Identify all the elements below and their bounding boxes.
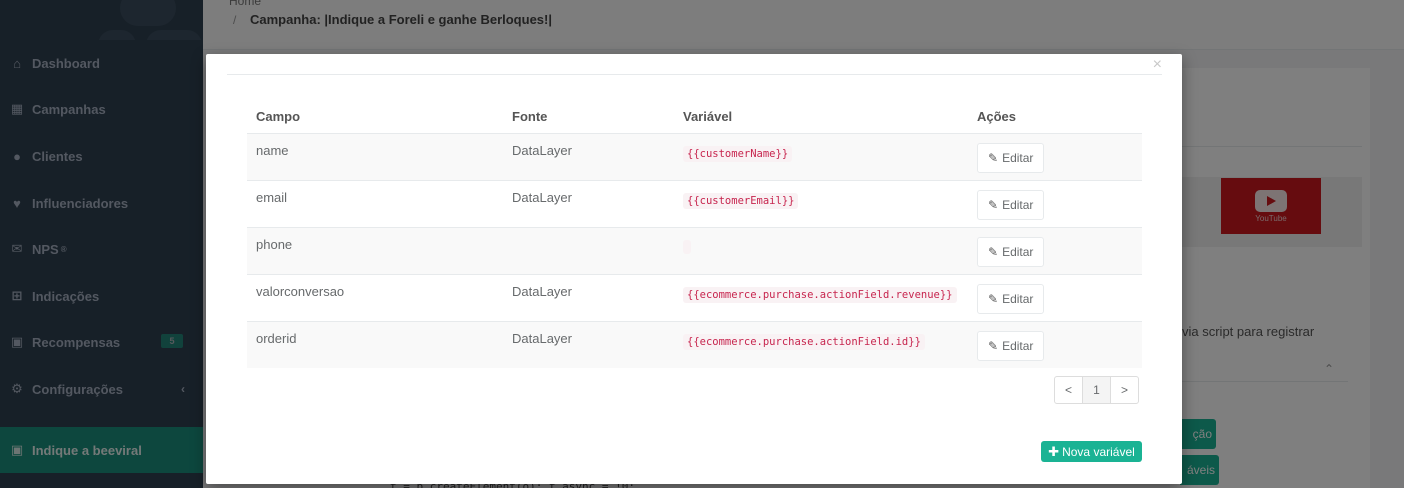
pagination-next[interactable]: > [1110,376,1139,404]
campo-cell: email [247,179,503,227]
edit-button-label: Editar [1002,244,1034,259]
close-icon[interactable]: × [1153,56,1162,74]
variavel-cell: {{customerEmail}} [674,179,968,227]
fonte-cell [503,226,674,274]
variable-code: {{ecommerce.purchase.actionField.id}} [683,333,925,350]
fonte-cell: DataLayer [503,179,674,227]
acoes-cell: ✎ Editar [968,320,1142,368]
variavel-cell: {{ecommerce.purchase.actionField.revenue… [674,273,968,321]
table-row: name DataLayer {{customerName}} ✎ Editar [247,132,1142,180]
acoes-cell: ✎ Editar [968,179,1142,227]
edit-button[interactable]: ✎ Editar [977,189,1045,220]
campo-cell: orderid [247,320,503,368]
variables-table: Campo Fonte Variável Ações name DataLaye… [247,101,1142,368]
variable-code [683,239,691,254]
variables-modal: × Campo Fonte Variável Ações name DataLa… [206,54,1182,484]
variable-code: {{ecommerce.purchase.actionField.revenue… [683,286,957,303]
campo-cell: name [247,132,503,180]
acoes-cell: ✎ Editar [968,273,1142,321]
edit-button[interactable]: ✎ Editar [977,142,1045,173]
variavel-cell [674,226,968,274]
new-variable-button[interactable]: ✚ Nova variável [1041,441,1142,462]
edit-button[interactable]: ✎ Editar [977,330,1045,361]
edit-icon: ✎ [988,197,999,212]
column-header: Fonte [503,101,674,134]
table-row: valorconversao DataLayer {{ecommerce.pur… [247,273,1142,321]
edit-icon: ✎ [988,244,999,259]
pagination-prev[interactable]: < [1054,376,1083,404]
new-variable-label: Nova variável [1062,444,1135,459]
variable-code: {{customerEmail}} [683,192,799,209]
edit-button[interactable]: ✎ Editar [977,283,1045,314]
edit-button-label: Editar [1002,338,1034,353]
edit-button-label: Editar [1002,150,1034,165]
variavel-cell: {{ecommerce.purchase.actionField.id}} [674,320,968,368]
pagination: < 1 > [1054,376,1139,404]
table-row: email DataLayer {{customerEmail}} ✎ Edita… [247,179,1142,227]
column-header: Campo [247,101,503,134]
column-header: Ações [968,101,1142,134]
variable-code: {{customerName}} [683,145,793,162]
acoes-cell: ✎ Editar [968,132,1142,180]
modal-body: Campo Fonte Variável Ações name DataLaye… [227,74,1162,462]
column-header: Variável [674,101,968,134]
acoes-cell: ✎ Editar [968,226,1142,274]
plus-icon: ✚ [1048,443,1060,459]
table-row: phone ✎ Editar [247,226,1142,274]
edit-button[interactable]: ✎ Editar [977,236,1045,267]
campo-cell: phone [247,226,503,274]
edit-button-label: Editar [1002,197,1034,212]
edit-button-label: Editar [1002,291,1034,306]
fonte-cell: DataLayer [503,132,674,180]
table-row: orderid DataLayer {{ecommerce.purchase.a… [247,320,1142,368]
fonte-cell: DataLayer [503,320,674,368]
campo-cell: valorconversao [247,273,503,321]
edit-icon: ✎ [988,291,999,306]
edit-icon: ✎ [988,338,999,353]
table-header-row: Campo Fonte Variável Ações [247,101,1142,134]
edit-icon: ✎ [988,150,999,165]
pagination-page[interactable]: 1 [1082,376,1111,404]
fonte-cell: DataLayer [503,273,674,321]
variavel-cell: {{customerName}} [674,132,968,180]
